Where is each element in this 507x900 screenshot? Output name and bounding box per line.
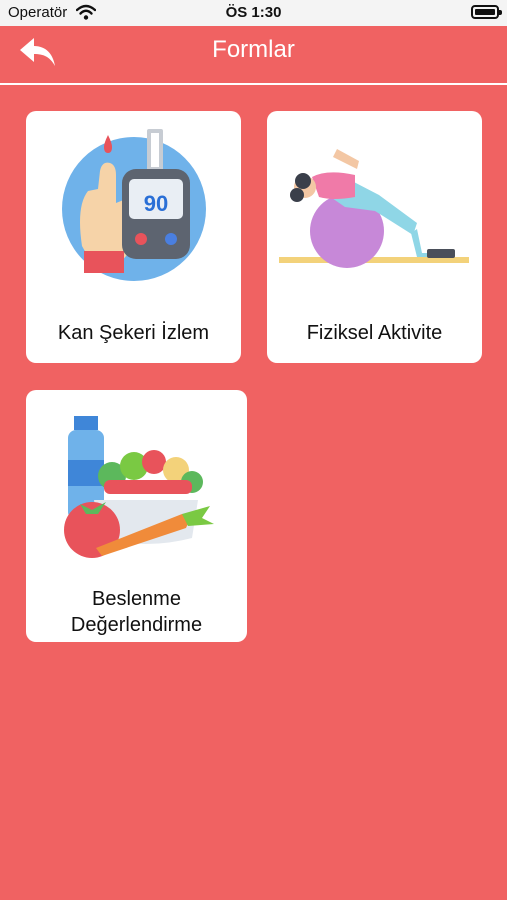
meter-reading: 90 bbox=[144, 191, 168, 216]
nutrition-icon bbox=[64, 416, 214, 558]
battery-icon bbox=[471, 5, 502, 19]
card-nutrition[interactable]: Beslenme Değerlendirme bbox=[26, 390, 247, 642]
status-bar: Operatör ÖS 1:30 bbox=[0, 0, 507, 26]
status-time: ÖS 1:30 bbox=[225, 4, 282, 21]
page-title: Formlar bbox=[212, 36, 295, 63]
card-label-line-1: Beslenme bbox=[92, 588, 181, 610]
card-physical-activity[interactable]: Fiziksel Aktivite bbox=[267, 111, 482, 363]
card-label-line-2: Değerlendirme bbox=[70, 614, 203, 636]
card-label: Kan Şekeri İzlem bbox=[57, 322, 210, 344]
card-label: Fiziksel Aktivite bbox=[306, 322, 443, 344]
glucose-meter-icon: 90 bbox=[62, 129, 206, 281]
card-label: Beslenme Değerlendirme bbox=[26, 586, 247, 638]
exercise-ball-icon bbox=[279, 149, 469, 268]
nav-bar: Formlar bbox=[0, 26, 507, 85]
card-blood-sugar[interactable]: 90 Kan Şekeri İzlem bbox=[26, 111, 241, 363]
